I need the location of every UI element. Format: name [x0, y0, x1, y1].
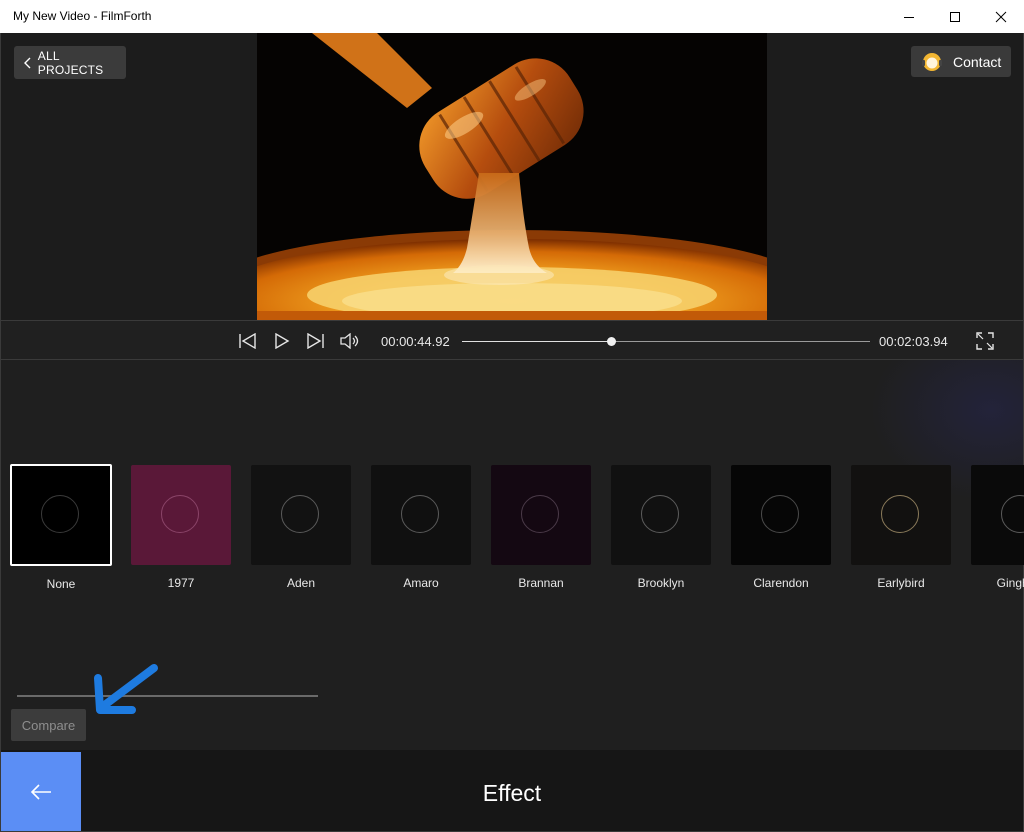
volume-icon[interactable]	[340, 333, 362, 349]
filter-label: Amaro	[403, 576, 439, 590]
filter-swatch[interactable]	[971, 465, 1024, 565]
minimize-button[interactable]	[886, 0, 932, 33]
filter-label: 1977	[167, 576, 195, 590]
compare-button[interactable]: Compare	[11, 709, 86, 741]
skip-back-icon[interactable]	[238, 333, 258, 349]
fullscreen-icon[interactable]	[976, 332, 994, 350]
page-title: Effect	[482, 780, 542, 806]
all-projects-label: ALL PROJECTS	[37, 48, 104, 77]
loading-ring-icon	[161, 495, 199, 533]
loading-ring-icon	[1001, 495, 1024, 533]
loading-ring-icon	[761, 495, 799, 533]
intensity-slider[interactable]	[17, 695, 318, 697]
support-avatar-icon	[922, 52, 942, 71]
filter-item[interactable]: 1977	[131, 465, 231, 590]
playback-bar: 00:00:44.92 00:02:03.94	[1, 320, 1023, 360]
total-time: 00:02:03.94	[879, 334, 948, 349]
filter-item[interactable]: Brannan	[491, 465, 591, 590]
contact-button[interactable]: Contact	[911, 46, 1011, 77]
seek-slider-thumb[interactable]	[607, 337, 616, 346]
filter-label: Earlybird	[877, 576, 925, 590]
video-preview	[257, 33, 767, 320]
all-projects-button[interactable]: ALL PROJECTS	[14, 46, 126, 79]
filter-item[interactable]: Aden	[251, 465, 351, 590]
annotation-arrow-icon	[94, 664, 158, 714]
close-icon	[995, 11, 1007, 22]
filter-label: Clarendon	[753, 576, 809, 590]
filter-swatch[interactable]	[731, 465, 831, 565]
maximize-icon	[950, 11, 960, 22]
filter-item[interactable]: Gingham	[971, 465, 1024, 590]
maximize-button[interactable]	[932, 0, 978, 33]
filter-swatch[interactable]	[611, 465, 711, 565]
loading-ring-icon	[401, 495, 439, 533]
skip-forward-icon[interactable]	[306, 333, 326, 349]
loading-ring-icon	[41, 495, 79, 533]
filter-item[interactable]: Earlybird	[851, 465, 951, 590]
filter-swatch[interactable]	[131, 465, 231, 565]
filter-label: Brannan	[518, 576, 564, 590]
current-time: 00:00:44.92	[381, 334, 450, 349]
filter-item[interactable]: Clarendon	[731, 465, 831, 590]
seek-slider[interactable]	[462, 337, 870, 346]
loading-ring-icon	[281, 495, 319, 533]
contact-label: Contact	[953, 53, 1002, 70]
close-button[interactable]	[978, 0, 1024, 33]
minimize-icon	[904, 16, 914, 18]
filter-swatch[interactable]	[491, 465, 591, 565]
filter-swatch[interactable]	[851, 465, 951, 565]
loading-ring-icon	[521, 495, 559, 533]
filter-label: Brooklyn	[637, 576, 685, 590]
compare-label: Compare	[21, 717, 76, 733]
chevron-left-icon	[24, 57, 31, 68]
title-bar: My New Video - FilmForth	[0, 0, 1024, 33]
seek-slider-fill	[462, 341, 611, 342]
filter-label: None	[46, 577, 76, 591]
filter-swatch[interactable]	[10, 464, 112, 566]
loading-ring-icon	[881, 495, 919, 533]
filter-swatch[interactable]	[251, 465, 351, 565]
filter-item[interactable]: Amaro	[371, 465, 471, 590]
filter-list: None 1977 Aden Amaro Brannan Brooklyn Clarendo…	[1, 464, 1024, 595]
filter-item[interactable]: Brooklyn	[611, 465, 711, 590]
filter-label: Gingham	[996, 576, 1024, 590]
loading-ring-icon	[641, 495, 679, 533]
filter-item[interactable]: None	[10, 464, 112, 591]
play-icon[interactable]	[274, 333, 290, 349]
filter-label: Aden	[286, 576, 316, 590]
filter-swatch[interactable]	[371, 465, 471, 565]
window-title: My New Video - FilmForth	[13, 9, 152, 23]
